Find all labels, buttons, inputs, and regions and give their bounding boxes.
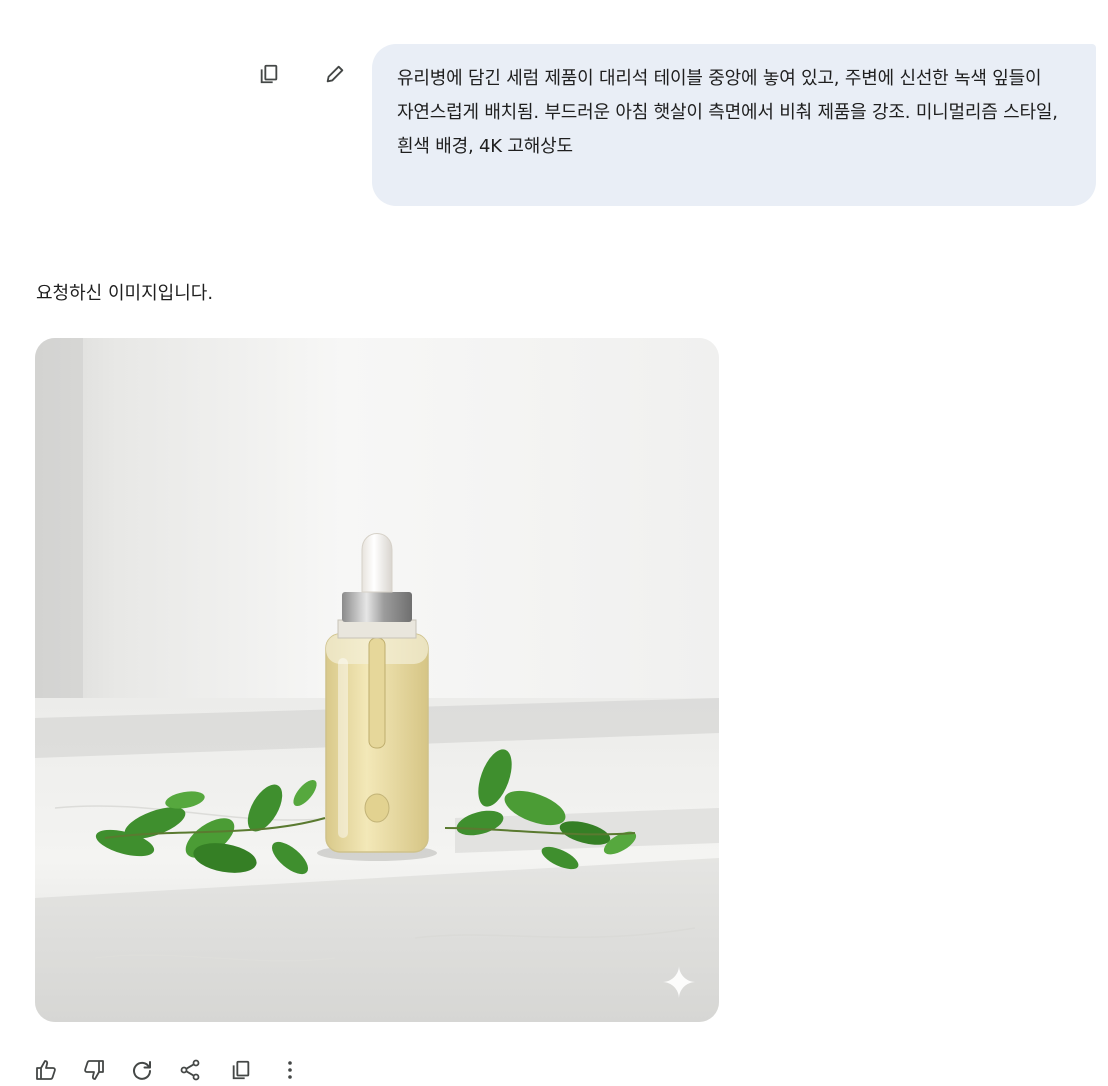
user-message-actions (253, 60, 353, 90)
sparkle-icon (662, 965, 696, 999)
user-message-row: 유리병에 담긴 세럼 제품이 대리석 테이블 중앙에 놓여 있고, 주변에 신선… (0, 44, 1108, 206)
copy-icon (232, 1060, 250, 1080)
serum-bottle-image (35, 338, 719, 1022)
share-icon (180, 1059, 200, 1081)
response-actions (30, 1056, 330, 1086)
thumb-down-icon (84, 1060, 104, 1080)
copy-icon (260, 64, 278, 84)
more-options-button[interactable] (274, 1054, 306, 1086)
share-button[interactable] (174, 1054, 206, 1086)
regenerate-button[interactable] (126, 1054, 158, 1086)
thumb-up-icon (36, 1060, 56, 1080)
more-vert-icon (288, 1061, 292, 1079)
copy-prompt-button[interactable] (253, 58, 285, 90)
edit-prompt-button[interactable] (319, 58, 351, 90)
thumb-up-button[interactable] (30, 1054, 62, 1086)
edit-icon (326, 65, 344, 83)
response-text: 요청하신 이미지입니다. (36, 283, 214, 304)
user-message-bubble: 유리병에 담긴 세럼 제품이 대리석 테이블 중앙에 놓여 있고, 주변에 신선… (372, 44, 1096, 206)
regenerate-icon (133, 1061, 151, 1080)
thumb-down-button[interactable] (78, 1054, 110, 1086)
generated-image[interactable] (35, 338, 719, 1022)
copy-response-button[interactable] (225, 1054, 257, 1086)
